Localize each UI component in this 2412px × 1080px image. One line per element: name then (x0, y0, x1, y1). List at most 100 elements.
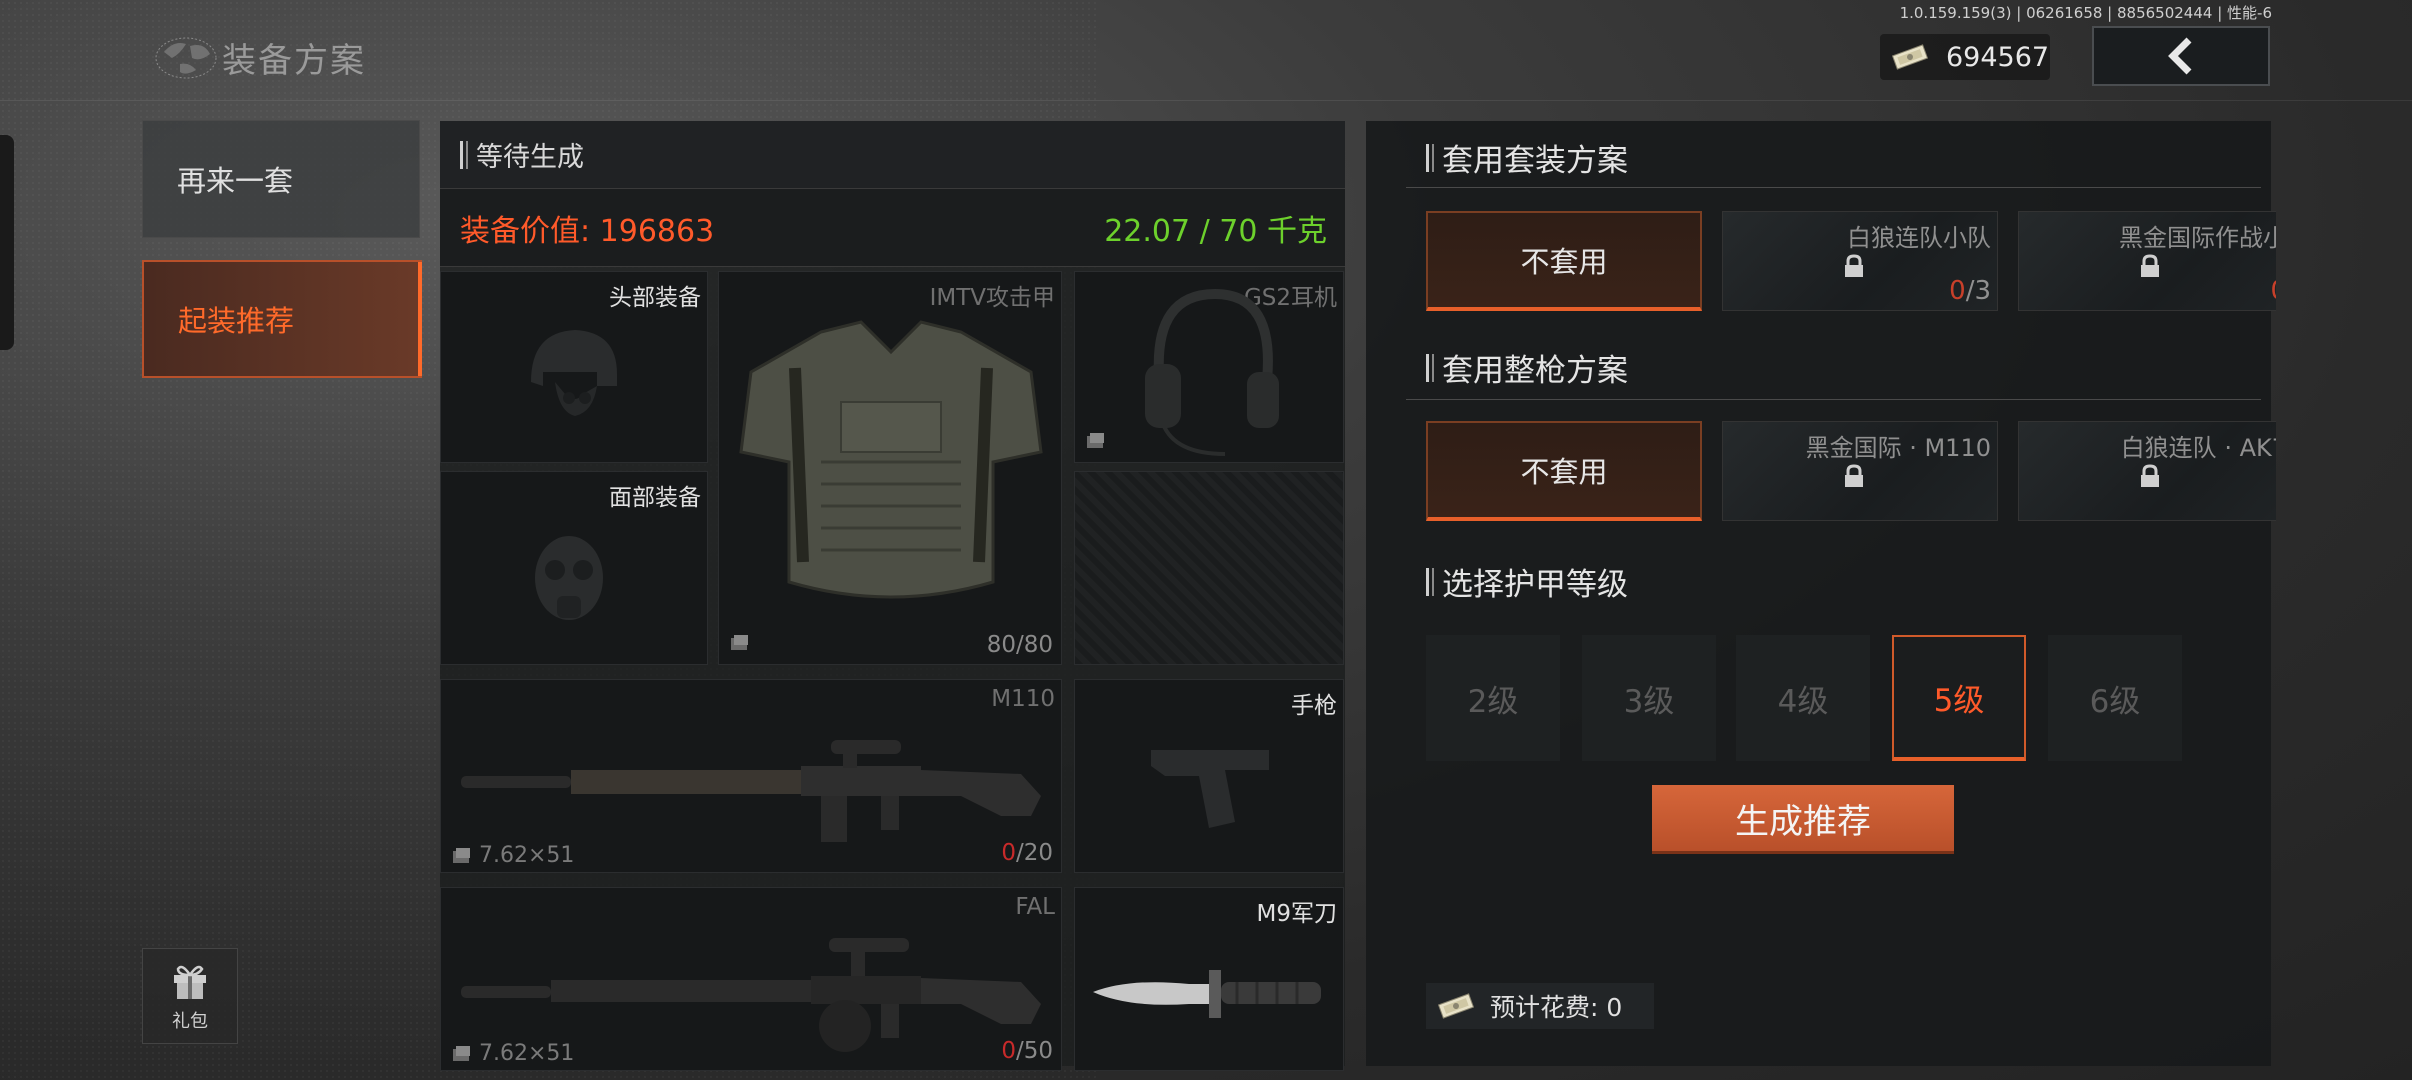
level-label: 2级 (1467, 683, 1519, 720)
suit-preset-card[interactable]: 黑金国际作战小 0 (2018, 211, 2276, 311)
face-slot[interactable]: 面部装备 (440, 471, 708, 665)
gun-none-option[interactable]: 不套用 (1426, 421, 1702, 521)
magazine-max: /50 (1015, 1038, 1053, 1064)
suit-preset-card[interactable]: 白狼连队小队 0/3 (1722, 211, 1998, 311)
level-label: 4级 (1777, 683, 1829, 720)
head-slot[interactable]: 头部装备 (440, 271, 708, 463)
level-label: 6级 (2089, 683, 2141, 720)
armor-level-4[interactable]: 4级 (1736, 635, 1870, 761)
suit-presets-carousel: 白狼连队小队 0/3 黑金国际作战小 0 (1722, 211, 2276, 315)
loadout-panel: 等待生成 装备价值: 196863 22.07 / 70 千克 头部装备 面部装… (440, 121, 1345, 1071)
melee-slot[interactable]: M9军刀 (1074, 887, 1344, 1071)
menu-item-label: 起装推荐 (178, 304, 295, 338)
lock-icon (1845, 254, 1863, 277)
gun-presets-carousel: 黑金国际 · M110 白狼连队 · AK7 (1722, 421, 2276, 525)
count-current: 0 (2270, 276, 2276, 306)
currency-amount: 694567 (1946, 41, 2050, 73)
ammo-caliber: 7.62×51 (479, 1041, 575, 1066)
magazine-count: 0/50 (1001, 1038, 1053, 1064)
preset-name: 黑金国际作战小 (2119, 224, 2276, 252)
magazine-count: 0/20 (1001, 840, 1053, 866)
count-current: 0 (1949, 276, 1966, 306)
section-divider (1406, 399, 2261, 400)
armor-durability: 80/80 (986, 632, 1053, 658)
rifle-icon (461, 740, 1041, 842)
armor-level-6[interactable]: 6级 (2048, 635, 2182, 761)
ammo-box-icon (453, 1045, 470, 1061)
menu-item-starter-recommend[interactable]: 起装推荐 (142, 260, 422, 378)
section-divider (1406, 187, 2261, 188)
option-label: 不套用 (1520, 245, 1608, 279)
container-icon (1087, 433, 1104, 448)
section-marker-icon (1426, 567, 1434, 596)
slot-label: 面部装备 (609, 485, 701, 511)
equipment-value-number: 196863 (599, 213, 715, 249)
section-marker-icon (460, 140, 468, 169)
ammo-caliber: 7.62×51 (479, 843, 575, 868)
section-marker-icon (1426, 353, 1434, 382)
ammo-info: 7.62×51 (451, 1041, 574, 1066)
page-title: 装备方案 (150, 32, 366, 82)
magazine-current: 0 (1001, 840, 1016, 866)
preset-name: 黑金国际 · M110 (1805, 434, 1991, 462)
gun-preset-card[interactable]: 黑金国际 · M110 (1722, 421, 1998, 521)
lock-icon (2141, 254, 2159, 277)
headset-icon (1145, 288, 1279, 456)
back-button[interactable] (2092, 26, 2270, 86)
primary-weapon-slot[interactable]: M110 7.62×51 0/20 (440, 679, 1062, 873)
ammo-info: 7.62×51 (451, 843, 574, 868)
version-info: 1.0.159.159(3) | 06261658 | 8856502444 |… (1899, 4, 2272, 22)
loadout-summary: 装备价值: 196863 22.07 / 70 千克 (440, 189, 1345, 267)
section-title-text: 套用整枪方案 (1442, 353, 1628, 389)
pistol-slot[interactable]: 手枪 (1074, 679, 1344, 873)
knife-icon (1093, 970, 1321, 1018)
armor-level-2[interactable]: 2级 (1426, 635, 1560, 761)
armor-level-5[interactable]: 5级 (1892, 635, 2026, 761)
gun-section-title: 套用整枪方案 (1426, 345, 1628, 390)
slot-label: 手枪 (1291, 693, 1337, 719)
globe-icon (150, 32, 226, 82)
menu-item-label: 再来一套 (177, 164, 294, 198)
rifle-icon (461, 938, 1041, 1052)
button-label: 生成推荐 (1735, 801, 1871, 842)
currency-display: 694567 (1880, 34, 2050, 80)
gift-icon (174, 965, 206, 999)
secondary-weapon-slot[interactable]: FAL 7.62×51 0/50 (440, 887, 1062, 1071)
chevron-left-icon (2168, 37, 2192, 75)
loadout-status: 等待生成 (476, 142, 584, 173)
estimated-cost-text: 预计花费: 0 (1490, 993, 1623, 1022)
ammo-box-icon (453, 847, 470, 863)
count-max: /3 (1965, 276, 1991, 306)
generate-recommendation-button[interactable]: 生成推荐 (1652, 785, 1954, 851)
header-divider (0, 100, 2412, 101)
gift-label: 礼包 (172, 1011, 208, 1032)
menu-item-regenerate[interactable]: 再来一套 (142, 120, 420, 238)
section-title-text: 选择护甲等级 (1442, 567, 1628, 603)
level-label: 5级 (1933, 682, 1985, 719)
body-armor-icon (739, 320, 1043, 599)
armor-slot[interactable]: IMTV攻击甲 80/80 (718, 271, 1062, 665)
section-title-text: 套用套装方案 (1442, 143, 1628, 179)
cash-icon (1437, 993, 1475, 1019)
pistol-icon (1151, 750, 1269, 828)
suit-section-title: 套用套装方案 (1426, 135, 1628, 180)
magazine-current: 0 (1001, 1038, 1016, 1064)
side-tab-handle[interactable] (0, 135, 14, 350)
empty-slot (1074, 471, 1344, 665)
armor-level-3[interactable]: 3级 (1582, 635, 1716, 761)
section-marker-icon (1426, 143, 1434, 172)
lock-icon (2141, 464, 2159, 487)
armor-name: IMTV攻击甲 (929, 285, 1055, 311)
preset-name: 白狼连队 · AK7 (2120, 434, 2276, 462)
headset-slot[interactable]: GS2耳机 (1074, 271, 1344, 463)
suit-none-option[interactable]: 不套用 (1426, 211, 1702, 311)
loadout-header: 等待生成 (440, 121, 1345, 189)
helmet-icon (531, 330, 617, 416)
weight-display: 22.07 / 70 千克 (1104, 213, 1327, 249)
gun-preset-card[interactable]: 白狼连队 · AK7 (2018, 421, 2276, 521)
container-icon (731, 635, 748, 650)
gift-button[interactable]: 礼包 (142, 948, 238, 1044)
melee-name: M9军刀 (1256, 901, 1337, 927)
estimated-cost: 预计花费: 0 (1426, 983, 1654, 1029)
cash-icon (1891, 44, 1929, 70)
